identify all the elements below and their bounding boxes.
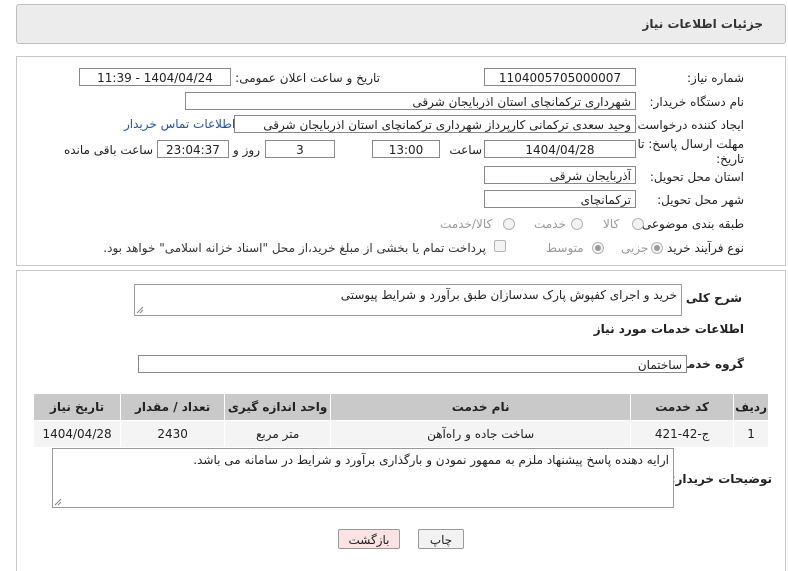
- cell-unit: متر مربع: [224, 420, 332, 448]
- cell-need-date: 1404/04/28: [32, 420, 122, 448]
- back-button[interactable]: بازگشت: [338, 529, 400, 549]
- summary-field: خرید و اجرای کفپوش پارک سدسازان طبق برآو…: [134, 284, 682, 316]
- column-header-service-name: نام خدمت: [330, 393, 632, 421]
- deadline-time-label: ساعت: [449, 143, 482, 157]
- cell-service-code: ج-42-421: [630, 420, 735, 448]
- need-number-label: شماره نیاز:: [687, 71, 744, 85]
- remaining-time-label: ساعت باقی مانده: [63, 143, 153, 157]
- days-label: روز و: [233, 143, 260, 157]
- days-field: 3: [265, 140, 335, 158]
- table-header-row: ردیف کد خدمت نام خدمت واحد اندازه گیری ت…: [32, 393, 769, 421]
- services-section-title: اطلاعات خدمات مورد نیاز: [593, 322, 744, 336]
- city-field: ترکمانچای: [484, 190, 636, 208]
- category-option-service: خدمت: [534, 217, 566, 231]
- buyer-notes-label: توضیحات خریدار:: [670, 472, 772, 486]
- category-option-goods-service: کالا/خدمت: [440, 217, 493, 231]
- column-header-code: کد خدمت: [630, 393, 735, 421]
- service-group-field: ساختمان: [138, 355, 687, 373]
- announce-datetime-label: تاریخ و ساعت اعلان عمومی:: [235, 71, 380, 85]
- process-radio-minor[interactable]: [651, 242, 663, 254]
- creator-field: وحید سعدی ترکمانی کارپرداز شهرداری ترکما…: [234, 115, 636, 133]
- category-radio-goods[interactable]: [632, 218, 644, 230]
- cell-row-number: 1: [733, 420, 769, 448]
- services-table: ردیف کد خدمت نام خدمت واحد اندازه گیری ت…: [32, 393, 769, 448]
- column-header-need-date: تاریخ نیاز: [32, 393, 122, 421]
- buyer-notes-field: ارایه دهنده پاسخ پیشنهاد ملزم به ممهور ن…: [52, 448, 674, 508]
- cell-service-name: ساخت جاده و راه‌آهن: [330, 420, 632, 448]
- buyer-org-label: نام دستگاه خریدار:: [649, 95, 745, 109]
- deadline-time-field: 13:00: [372, 140, 440, 158]
- category-label: طبقه بندی موضوعی:: [637, 217, 744, 231]
- process-option-minor: جزیی: [621, 241, 649, 255]
- city-label: شهر محل تحویل:: [657, 193, 744, 207]
- process-option-medium: متوسط: [546, 241, 584, 255]
- table-row: 1 ج-42-421 ساخت جاده و راه‌آهن متر مربع …: [32, 420, 769, 448]
- process-label: نوع فرآیند خرید :: [659, 241, 744, 255]
- province-label: استان محل تحویل:: [649, 170, 744, 184]
- remaining-time-field: 23:04:37: [157, 140, 229, 158]
- process-radio-medium[interactable]: [592, 242, 604, 254]
- column-header-quantity: تعداد / مقدار: [120, 393, 226, 421]
- treasury-note: پرداخت تمام یا بخشی از مبلغ خرید،از محل …: [103, 241, 486, 255]
- column-header-unit: واحد اندازه گیری: [224, 393, 332, 421]
- column-header-row: ردیف: [733, 393, 769, 421]
- category-radio-goods-service[interactable]: [503, 218, 515, 230]
- print-button[interactable]: چاپ: [418, 529, 464, 549]
- summary-resize-handle-icon[interactable]: [136, 306, 144, 314]
- cell-quantity: 2430: [120, 420, 226, 448]
- page-header: جزئیات اطلاعات نیاز: [16, 4, 786, 44]
- buyer-org-field: شهرداری ترکمانچای استان اذربایجان شرقی: [185, 92, 636, 110]
- province-field: آذربایجان شرقی: [484, 166, 636, 184]
- announce-datetime-field: 1404/04/24 - 11:39: [79, 68, 231, 86]
- notes-resize-handle-icon[interactable]: [54, 498, 62, 506]
- creator-label: ایجاد کننده درخواست:: [633, 118, 744, 132]
- contact-info-link[interactable]: اطلاعات تماس خریدار: [124, 117, 235, 131]
- category-radio-service[interactable]: [571, 218, 583, 230]
- need-number-field: 1104005705000007: [484, 68, 636, 86]
- page-title: جزئیات اطلاعات نیاز: [642, 17, 763, 31]
- deadline-date-field: 1404/04/28: [484, 140, 636, 158]
- category-option-goods: کالا: [603, 217, 620, 231]
- deadline-label: مهلت ارسال پاسخ: تا تاریخ:: [637, 137, 744, 166]
- treasury-checkbox[interactable]: [494, 240, 506, 252]
